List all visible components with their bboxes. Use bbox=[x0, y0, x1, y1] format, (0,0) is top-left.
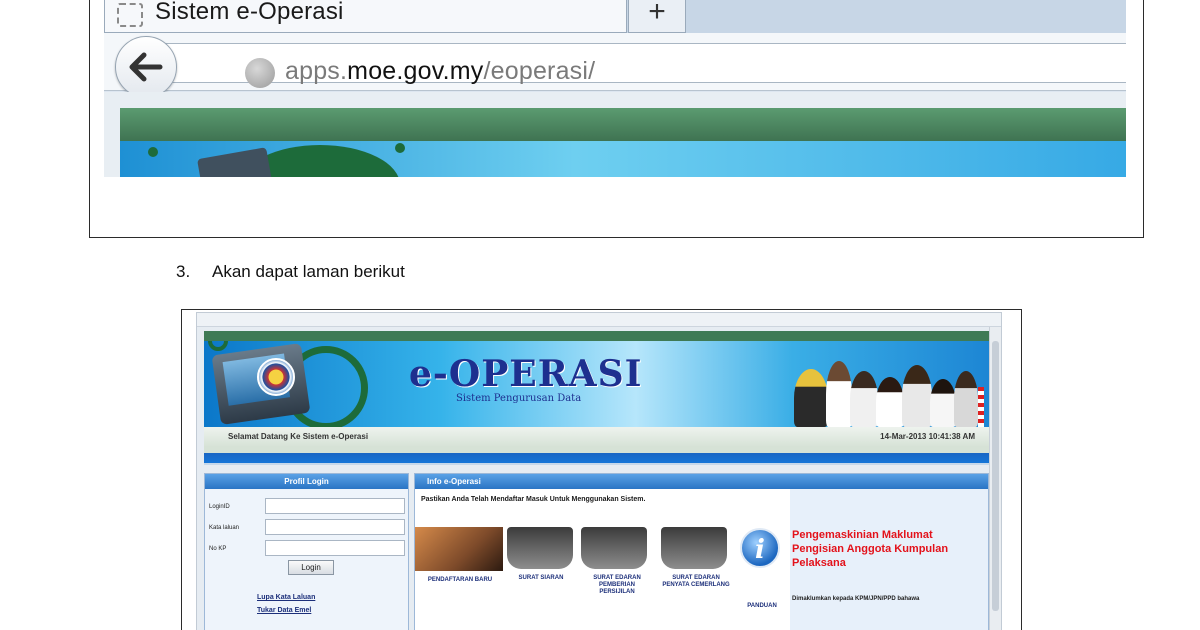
menu-bar bbox=[204, 453, 989, 465]
tab-strip: Sistem e-Operasi + bbox=[104, 0, 1126, 33]
surat-edaran-cemerlang-tile[interactable]: SURAT EDARAN PENYATA CEMERLANG bbox=[661, 527, 731, 589]
password-label: Kata laluan bbox=[209, 525, 240, 531]
monitor-graphic bbox=[197, 147, 273, 177]
firefox-window: Sistem e-Operasi + apps.moe.gov.my/eoper… bbox=[104, 0, 1126, 177]
tile-label: PENDAFTARAN BARU bbox=[427, 577, 493, 583]
malaysia-flag bbox=[978, 387, 984, 427]
login-id-label: LoginID bbox=[209, 504, 230, 510]
site-banner-partial bbox=[120, 141, 1126, 177]
person-figure bbox=[876, 377, 904, 427]
keyboard-photo-icon bbox=[415, 527, 503, 571]
url-path: /eoperasi/ bbox=[483, 57, 596, 85]
eoperasi-browser-window: e-OPERASI Sistem Pengurusan Data Selamat… bbox=[196, 312, 1002, 630]
globe-icon bbox=[245, 58, 275, 88]
url-domain: moe.gov.my bbox=[347, 57, 484, 85]
site-header-green-bar bbox=[120, 108, 1126, 141]
tab-title: Sistem e-Operasi bbox=[155, 0, 344, 25]
login-button[interactable]: Login bbox=[288, 560, 334, 575]
profil-login-title: Profil Login bbox=[205, 474, 408, 489]
document-page: Sistem e-Operasi + apps.moe.gov.my/eoper… bbox=[0, 0, 1200, 630]
highlight-announcement[interactable]: Pengemaskinian Maklumat Pengisian Anggot… bbox=[792, 528, 982, 570]
welcome-text: Selamat Datang Ke Sistem e-Operasi bbox=[228, 432, 369, 441]
person-figure bbox=[794, 369, 828, 427]
announcement-footnote: Dimaklumkan kepada KPM/JPN/PPD bahawa bbox=[792, 596, 920, 602]
person-figure bbox=[930, 379, 956, 427]
document-tray-icon bbox=[507, 527, 573, 569]
nokp-input[interactable] bbox=[265, 540, 405, 556]
banner-title: e-OPERASI bbox=[409, 353, 643, 395]
blank-page-icon bbox=[117, 3, 143, 27]
url-bar[interactable]: apps.moe.gov.my/eoperasi/ bbox=[159, 43, 1126, 88]
browser-chrome-strip bbox=[197, 313, 1001, 327]
document-tray-icon bbox=[661, 527, 727, 569]
browser-screenshot-top: Sistem e-Operasi + apps.moe.gov.my/eoper… bbox=[89, 0, 1144, 238]
eoperasi-banner: e-OPERASI Sistem Pengurusan Data bbox=[204, 341, 989, 427]
profil-login-panel: Profil Login LoginID Kata laluan No KP L… bbox=[204, 473, 409, 630]
document-tray-icon bbox=[581, 527, 647, 569]
back-arrow-icon bbox=[129, 52, 163, 82]
step-number: 3. bbox=[176, 262, 191, 281]
welcome-bar: Selamat Datang Ke Sistem e-Operasi 14-Ma… bbox=[204, 427, 989, 447]
datetime-text: 14-Mar-2013 10:41:38 AM bbox=[880, 432, 975, 441]
panduan-label[interactable]: PANDUAN bbox=[735, 603, 789, 610]
browser-screenshot-bottom: e-OPERASI Sistem Pengurusan Data Selamat… bbox=[181, 309, 1022, 630]
surat-edaran-persijilan-tile[interactable]: SURAT EDARAN PEMBERIAN PERSIJILAN bbox=[581, 527, 653, 596]
person-figure bbox=[826, 361, 852, 427]
person-figure bbox=[954, 371, 978, 427]
vertical-scrollbar[interactable] bbox=[989, 327, 1001, 630]
person-figure bbox=[850, 371, 878, 427]
site-top-green-bar bbox=[204, 331, 989, 341]
tile-label: SURAT EDARAN PENYATA CEMERLANG bbox=[662, 575, 730, 588]
banner-subtitle: Sistem Pengurusan Data bbox=[456, 393, 582, 404]
info-icon[interactable]: i bbox=[740, 528, 780, 568]
ministry-crest-logo bbox=[257, 358, 295, 396]
forgot-password-link[interactable]: Lupa Kata Laluan bbox=[257, 594, 315, 601]
surat-siaran-tile[interactable]: SURAT SIARAN bbox=[507, 527, 575, 582]
tab-sistem-eoperasi[interactable]: Sistem e-Operasi bbox=[104, 0, 627, 33]
info-eoperasi-panel: Info e-Operasi Pastikan Anda Telah Menda… bbox=[414, 473, 989, 630]
info-panel-title: Info e-Operasi bbox=[415, 474, 988, 489]
nokp-label: No KP bbox=[209, 546, 227, 552]
pendaftaran-baru-tile[interactable]: PENDAFTARAN BARU bbox=[415, 527, 505, 584]
plus-icon: + bbox=[648, 0, 666, 28]
banner-decor-dot bbox=[148, 147, 158, 157]
tile-label: SURAT SIARAN bbox=[518, 575, 564, 581]
banner-decor-dot bbox=[208, 341, 228, 351]
back-button[interactable] bbox=[115, 36, 177, 98]
step-text: Akan dapat laman berikut bbox=[212, 262, 405, 281]
new-tab-button[interactable]: + bbox=[628, 0, 686, 33]
tile-label: SURAT EDARAN PEMBERIAN PERSIJILAN bbox=[593, 575, 641, 595]
password-input[interactable] bbox=[265, 519, 405, 535]
login-id-input[interactable] bbox=[265, 498, 405, 514]
students-group-photo bbox=[794, 351, 984, 427]
step-instruction: 3. Akan dapat laman berikut bbox=[176, 262, 405, 282]
update-email-link[interactable]: Tukar Data Emel bbox=[257, 607, 311, 614]
url-text: apps.moe.gov.my/eoperasi/ bbox=[285, 57, 595, 86]
scrollbar-thumb[interactable] bbox=[992, 341, 999, 611]
person-figure bbox=[902, 365, 932, 427]
navigation-bar: apps.moe.gov.my/eoperasi/ bbox=[104, 33, 1126, 98]
url-prefix: apps. bbox=[285, 57, 348, 85]
login-notice: Pastikan Anda Telah Mendaftar Masuk Untu… bbox=[421, 496, 646, 503]
banner-decor-dot bbox=[395, 143, 405, 153]
